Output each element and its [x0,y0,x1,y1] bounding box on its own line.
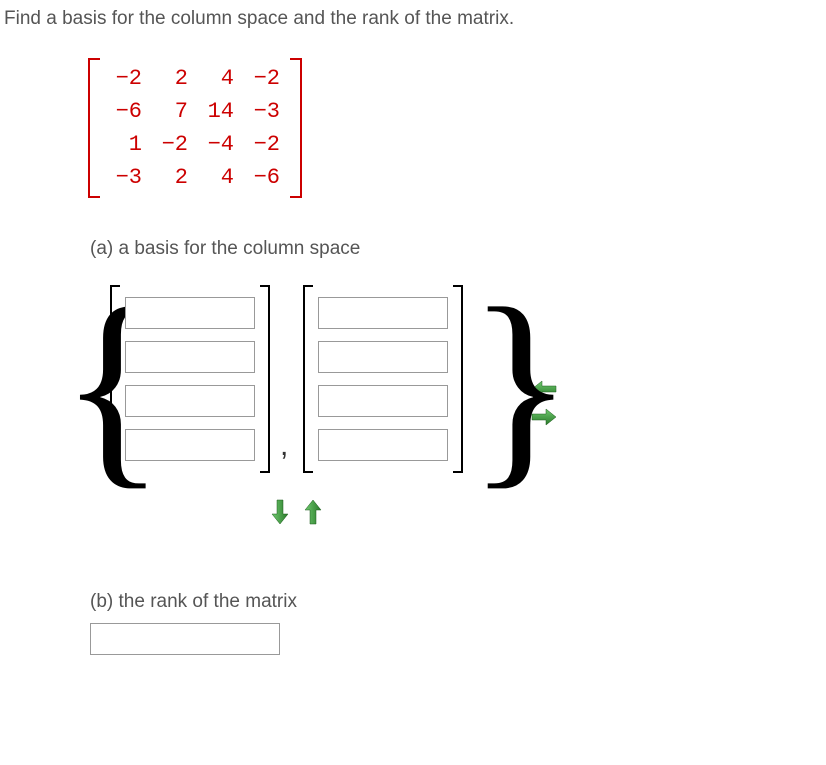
matrix-cell: −3 [110,165,142,190]
matrix-cell: −6 [248,165,280,190]
matrix-cell: −6 [110,99,142,124]
arrow-down-icon[interactable] [269,498,291,526]
vector-left-bracket [110,285,120,473]
basis-vector-1 [110,285,270,473]
vector2-input-1[interactable] [318,297,448,329]
vector2-input-4[interactable] [318,429,448,461]
part-a-label: (a) a basis for the column space [90,238,826,260]
vector-right-bracket [453,285,463,473]
basis-answer-container: { , [110,275,463,531]
matrix-cell: 2 [156,165,188,190]
matrix-cell: −2 [156,132,188,157]
matrix-cell: 4 [202,165,234,190]
vector-separator: , [280,429,288,463]
matrix-cell: 1 [110,132,142,157]
vector1-input-2[interactable] [125,341,255,373]
vector1-input-4[interactable] [125,429,255,461]
vector2-input-2[interactable] [318,341,448,373]
row-control-arrows [130,498,463,531]
matrix-right-bracket [290,58,302,198]
matrix-cell: 2 [156,66,188,91]
matrix-cell: −4 [202,132,234,157]
part-b-label: (b) the rank of the matrix [90,591,826,613]
matrix-cell: −2 [110,66,142,91]
vector1-input-3[interactable] [125,385,255,417]
matrix-content: −2 2 4 −2 −6 7 14 −3 1 −2 −4 −2 −3 2 4 −… [100,58,290,198]
question-title: Find a basis for the column space and th… [0,0,826,38]
matrix-cell: 4 [202,66,234,91]
basis-vector-2 [303,285,463,473]
matrix-cell: 14 [202,99,234,124]
brace-right: } [468,275,574,531]
matrix-left-bracket [88,58,100,198]
matrix-display: −2 2 4 −2 −6 7 14 −3 1 −2 −4 −2 −3 2 4 −… [100,58,290,198]
vector2-input-3[interactable] [318,385,448,417]
vector1-input-1[interactable] [125,297,255,329]
matrix-cell: −3 [248,99,280,124]
vector-right-bracket [260,285,270,473]
vector-left-bracket [303,285,313,473]
rank-input[interactable] [90,623,280,655]
matrix-cell: 7 [156,99,188,124]
matrix-cell: −2 [248,66,280,91]
matrix-cell: −2 [248,132,280,157]
arrow-up-icon[interactable] [302,498,324,526]
